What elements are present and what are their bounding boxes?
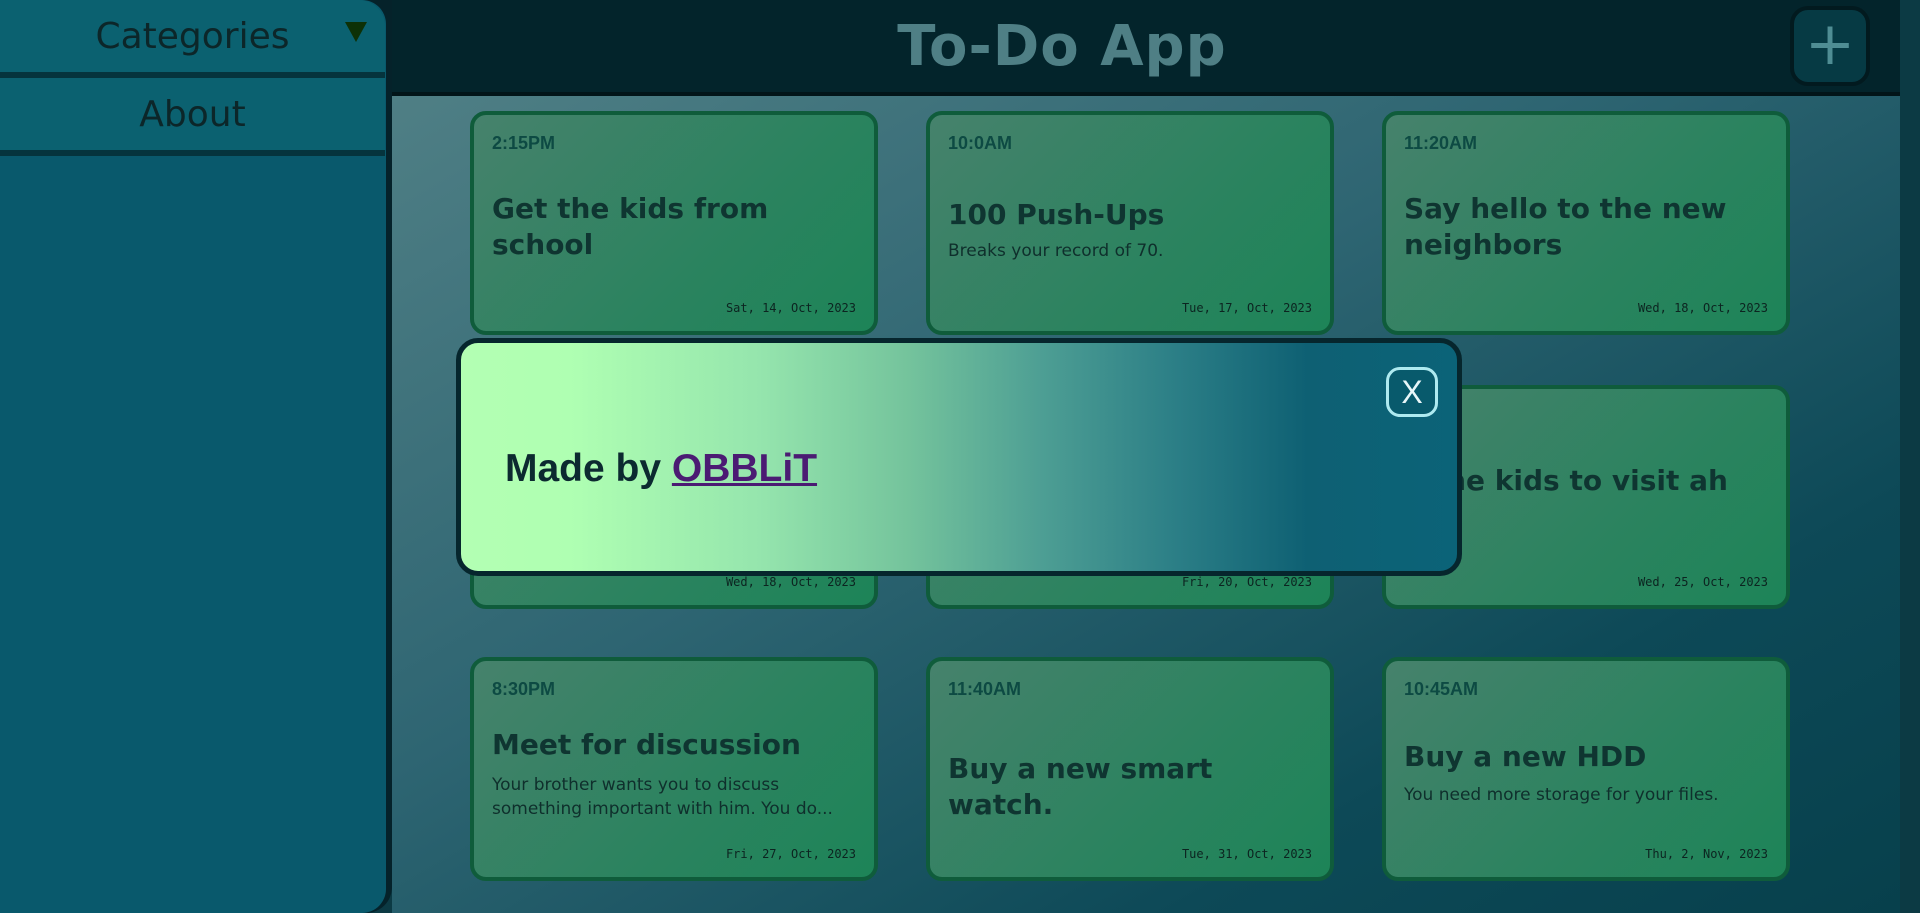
- task-description: You need more storage for your files.: [1404, 785, 1719, 805]
- task-title: Buy a new smart watch.: [948, 752, 1213, 821]
- sidebar-item-categories[interactable]: Categories: [0, 0, 385, 78]
- sidebar-item-about[interactable]: About: [0, 78, 385, 156]
- task-card[interactable]: 2:15PM Get the kids from school Sat, 14,…: [470, 111, 878, 335]
- task-date: Sat, 14, Oct, 2023: [725, 301, 856, 315]
- task-card[interactable]: 11:40AM Buy a new smart watch. Tue, 31, …: [926, 657, 1334, 881]
- task-description: Breaks your record of 70.: [948, 241, 1164, 261]
- task-time: 11:40AM: [948, 679, 1022, 699]
- sidebar-item-label: Categories: [95, 15, 290, 57]
- task-title: 100 Push-Ups: [948, 198, 1165, 231]
- task-time: 8:30PM: [492, 679, 556, 699]
- task-time: 11:20AM: [1404, 133, 1478, 153]
- sidebar-item-label: About: [139, 93, 246, 135]
- task-date: Tue, 17, Oct, 2023: [1181, 301, 1312, 315]
- task-card[interactable]: 10:0AM 100 Push-Ups Breaks your record o…: [926, 111, 1334, 335]
- about-modal: Made by OBBLiT X: [456, 338, 1462, 576]
- task-time: 2:15PM: [492, 133, 556, 153]
- modal-credit-prefix: Made by: [505, 447, 672, 490]
- task-date: Wed, 25, Oct, 2023: [1637, 575, 1768, 589]
- task-card[interactable]: 10:45AM Buy a new HDD You need more stor…: [1382, 657, 1790, 881]
- task-date: Tue, 31, Oct, 2023: [1181, 847, 1312, 861]
- task-date: Thu, 2, Nov, 2023: [1645, 847, 1768, 861]
- task-title: Say hello to the new neighbors: [1404, 192, 1727, 261]
- task-time: 10:0AM: [948, 133, 1013, 153]
- close-icon: X: [1401, 374, 1423, 410]
- task-title: Buy a new HDD: [1404, 740, 1647, 773]
- sidebar: Categories About: [0, 0, 392, 913]
- task-card[interactable]: 8:30PM Meet for discussion Your brother …: [470, 657, 878, 881]
- close-button[interactable]: X: [1386, 367, 1438, 417]
- task-description: Your brother wants you to discuss someth…: [492, 775, 833, 819]
- task-title: Get the kids from school: [492, 192, 769, 261]
- task-card[interactable]: 11:20AM Say hello to the new neighbors W…: [1382, 111, 1790, 335]
- header: To-Do App +: [392, 0, 1900, 96]
- author-link[interactable]: OBBLiT: [672, 447, 817, 490]
- task-title: Meet for discussion: [492, 728, 801, 761]
- task-date: Wed, 18, Oct, 2023: [1637, 301, 1768, 315]
- sidebar-panel: Categories About: [0, 0, 386, 913]
- chevron-down-icon[interactable]: [345, 22, 367, 42]
- page-title: To-Do App: [897, 13, 1227, 79]
- add-task-button[interactable]: +: [1790, 6, 1870, 86]
- task-date: Fri, 27, Oct, 2023: [725, 847, 856, 861]
- plus-icon: +: [1804, 9, 1856, 79]
- task-date: Fri, 20, Oct, 2023: [1181, 575, 1312, 589]
- task-date: Wed, 18, Oct, 2023: [725, 575, 856, 589]
- modal-credit-text: Made by OBBLiT: [505, 447, 817, 491]
- task-time: 10:45AM: [1404, 679, 1479, 699]
